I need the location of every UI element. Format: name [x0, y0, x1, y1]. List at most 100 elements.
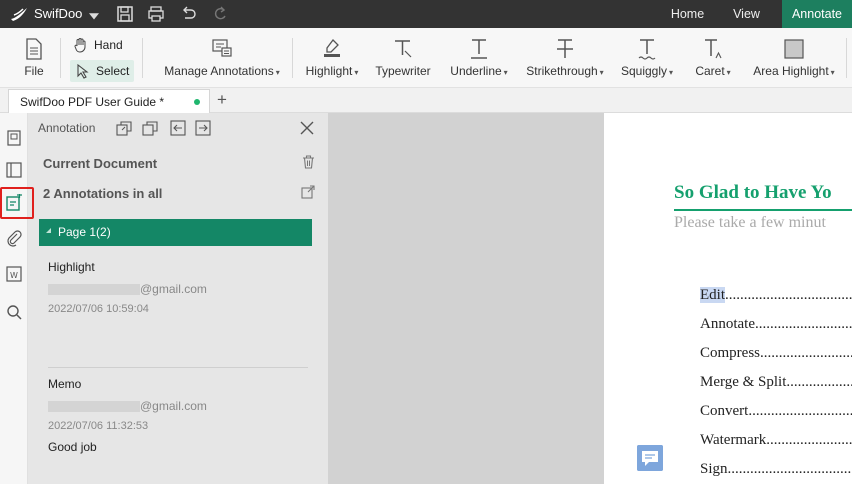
document-tab[interactable]: SwifDoo PDF User Guide * — [8, 89, 210, 113]
toc-entry[interactable]: Sign.................................... — [700, 461, 852, 478]
delete-icon[interactable] — [302, 155, 315, 169]
squiggly-label: Squiggly ▾ — [620, 64, 674, 78]
export-annotations-icon[interactable] — [301, 185, 315, 199]
page-group-label: Page 1(2) — [58, 225, 111, 239]
new-tab-button[interactable]: + — [217, 91, 227, 109]
manage-annotations-button[interactable]: Manage Annotations ▾ — [157, 28, 287, 88]
select-tool-button[interactable]: Select — [70, 60, 134, 82]
annotation-count: 2 Annotations in all — [43, 186, 163, 201]
area-highlight-icon — [784, 39, 804, 59]
caret-button[interactable]: Caret ▾ — [690, 28, 736, 88]
annotation-panel: Annotation Current Document 2 Annotation… — [28, 113, 328, 484]
active-panel-highlight — [0, 187, 34, 219]
ribbon-toolbar: File Hand Select Manage Annotations ▾ Hig… — [0, 28, 852, 88]
highlighter-icon — [324, 39, 340, 57]
underline-icon — [471, 39, 487, 59]
annotation-type: Memo — [48, 377, 82, 391]
attachment-icon[interactable] — [5, 229, 23, 247]
nav-home[interactable]: Home — [660, 0, 715, 28]
ribbon-divider — [846, 38, 847, 78]
toc-entry[interactable]: Compress........................... — [700, 345, 852, 362]
manage-annotations-icon — [212, 39, 232, 57]
title-bar: SwifDoo Home View Annotate — [0, 0, 852, 28]
strikethrough-button[interactable]: Strikethrough ▾ — [524, 28, 606, 88]
close-icon[interactable] — [300, 121, 314, 135]
file-icon — [26, 38, 42, 60]
search-icon[interactable] — [5, 303, 23, 321]
hand-tool-button[interactable]: Hand — [68, 34, 130, 56]
redacted-email — [48, 284, 140, 296]
typewriter-button[interactable]: Typewriter — [372, 28, 434, 88]
toc-entry[interactable]: Convert............................... — [700, 403, 852, 420]
next-annotation-icon[interactable] — [195, 120, 212, 136]
typewriter-icon — [395, 40, 412, 58]
nav-annotate[interactable]: Annotate — [782, 0, 852, 28]
app-menu-chevron-down-icon[interactable] — [89, 10, 99, 24]
area-highlight-button[interactable]: Area Highlight ▾ — [749, 28, 839, 88]
toc-entry[interactable]: Annotate............................ — [700, 316, 852, 333]
area-highlight-label: Area Highlight ▾ — [753, 64, 835, 78]
save-icon[interactable] — [116, 5, 134, 23]
redo-icon[interactable] — [211, 5, 229, 23]
annotation-type: Highlight — [48, 260, 95, 274]
annotation-divider — [48, 367, 308, 368]
document-tab-title: SwifDoo PDF User Guide * — [20, 95, 165, 109]
document-subtitle: Please take a few minut — [674, 214, 826, 231]
document-tab-strip: SwifDoo PDF User Guide * + — [0, 88, 852, 113]
strikethrough-label: Strikethrough ▾ — [526, 64, 604, 78]
sidebar-rail: W — [0, 113, 34, 484]
highlighted-text: Edit — [700, 287, 725, 303]
strikethrough-icon — [557, 39, 573, 58]
annotation-author: @gmail.com — [48, 399, 207, 413]
annotation-item-memo[interactable]: Memo @gmail.com 2022/07/06 11:32:53 Good… — [48, 377, 207, 454]
hand-label: Hand — [94, 38, 123, 52]
thumbnails-icon[interactable] — [5, 129, 23, 147]
toc-entry[interactable]: Edit.................................... — [700, 287, 852, 304]
word-convert-icon[interactable]: W — [5, 265, 23, 283]
ribbon-divider — [292, 38, 293, 78]
underline-button[interactable]: Underline ▾ — [447, 28, 511, 88]
annotation-date: 2022/07/06 11:32:53 — [48, 420, 149, 432]
print-icon[interactable] — [147, 5, 165, 23]
swifdoo-logo-icon — [11, 8, 27, 21]
typewriter-label: Typewriter — [375, 64, 431, 78]
svg-text:W: W — [10, 271, 18, 280]
undo-icon[interactable] — [180, 5, 198, 23]
annotation-comment: Good job — [48, 440, 97, 454]
caret-label: Caret ▾ — [695, 64, 731, 78]
current-document-label: Current Document — [43, 156, 158, 171]
cursor-icon — [77, 63, 89, 79]
ribbon-divider — [142, 38, 143, 78]
underline-label: Underline ▾ — [450, 64, 508, 78]
expand-all-icon[interactable] — [116, 120, 133, 136]
highlight-button[interactable]: Highlight ▾ — [302, 28, 362, 88]
page-group-header[interactable]: Page 1(2) — [39, 219, 312, 246]
unsaved-indicator — [194, 99, 200, 105]
nav-view[interactable]: View — [723, 0, 770, 28]
annotation-author: @gmail.com — [48, 282, 207, 296]
squiggly-icon — [638, 39, 656, 60]
file-label: File — [24, 64, 44, 78]
collapse-all-icon[interactable] — [142, 120, 159, 136]
caret-insert-icon — [705, 39, 722, 59]
file-button[interactable]: File — [14, 28, 54, 88]
manage-annotations-label: Manage Annotations ▾ — [164, 64, 280, 78]
annotation-item-highlight[interactable]: Highlight @gmail.com 2022/07/06 10:59:04 — [48, 260, 207, 315]
annotation-date: 2022/07/06 10:59:04 — [48, 303, 149, 315]
app-name: SwifDoo — [34, 6, 83, 21]
memo-note-icon[interactable] — [637, 445, 663, 471]
select-label: Select — [96, 64, 130, 78]
previous-annotation-icon[interactable] — [170, 120, 187, 136]
redacted-email — [48, 401, 140, 413]
bookmark-panel-icon[interactable] — [5, 161, 23, 179]
squiggly-button[interactable]: Squiggly ▾ — [618, 28, 676, 88]
toc-entry[interactable]: Merge & Split...................... — [700, 374, 852, 391]
document-heading: So Glad to Have Yo — [674, 182, 832, 203]
heading-underline — [674, 209, 852, 211]
hand-icon — [74, 38, 86, 53]
highlight-label: Highlight ▾ — [305, 64, 359, 78]
panel-title: Annotation — [38, 121, 96, 135]
pdf-page[interactable]: So Glad to Have Yo Please take a few min… — [604, 113, 852, 484]
toc-entry[interactable]: Watermark.......................... — [700, 432, 852, 449]
expand-triangle-icon — [46, 228, 51, 233]
